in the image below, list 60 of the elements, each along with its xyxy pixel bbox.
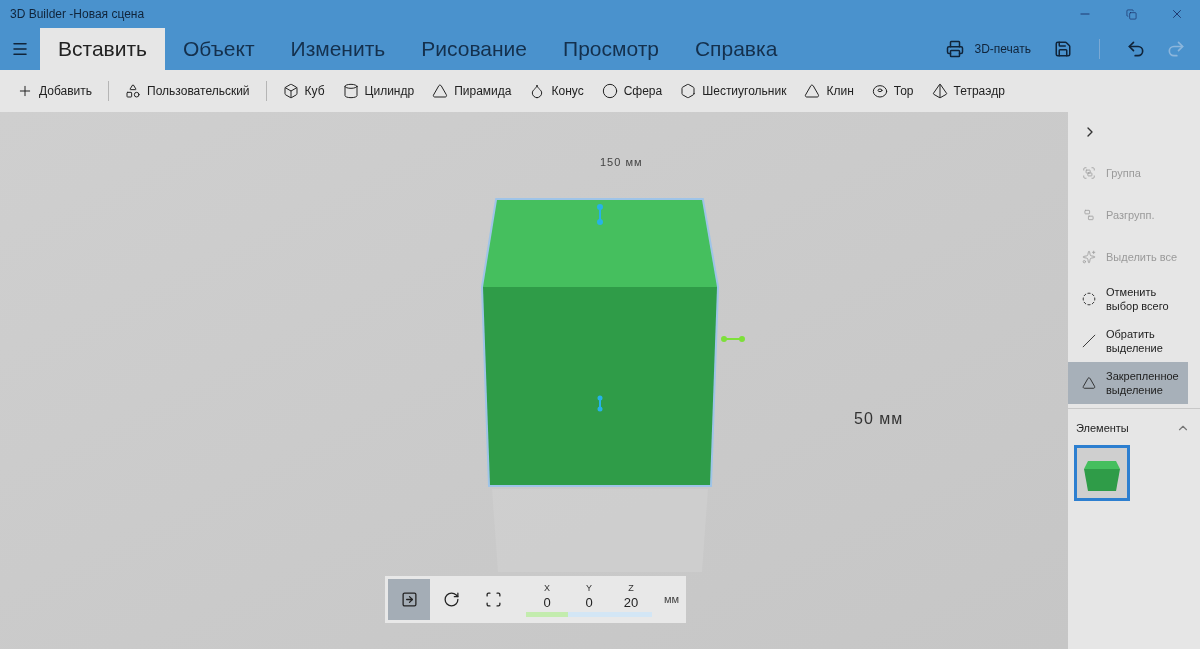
hexagon-icon <box>680 83 697 99</box>
menu-icon <box>11 40 29 58</box>
pyramid-icon <box>931 83 948 99</box>
toolbar-button[interactable]: Конус <box>520 76 593 106</box>
ribbon-tab[interactable]: Вставить <box>40 28 165 70</box>
coordinate-field[interactable]: 20 <box>610 594 652 617</box>
close-icon <box>1170 7 1184 21</box>
coordinate-field[interactable]: 0 <box>568 594 610 617</box>
toolbar-button[interactable]: Добавить <box>8 76 102 106</box>
coordinate-field[interactable]: 0 <box>526 594 568 617</box>
element-thumbnail[interactable] <box>1074 445 1130 501</box>
transform-tool-button[interactable] <box>388 579 430 620</box>
slash-icon <box>1082 334 1096 348</box>
torus-icon <box>871 83 888 99</box>
toolbar-button[interactable]: Сфера <box>592 76 672 106</box>
toolbar-button[interactable]: Пирамида <box>423 76 521 106</box>
group-icon <box>1082 166 1096 180</box>
plus-icon <box>17 83 33 99</box>
toolbar-button[interactable]: Куб <box>273 76 334 106</box>
circle-icon <box>601 83 618 99</box>
restore-icon <box>1125 8 1137 20</box>
toolbar-button[interactable]: Пользовательский <box>116 76 259 106</box>
cube-icon <box>282 83 299 99</box>
toolbar-button[interactable]: Клин <box>795 76 863 106</box>
ribbon-tab[interactable]: Просмотр <box>545 28 677 70</box>
printer-icon <box>946 40 965 58</box>
ribbon-tab[interactable]: Справка <box>676 28 796 70</box>
redo-icon <box>1166 39 1186 59</box>
axis-label: Y <box>586 582 592 594</box>
toolbar-button[interactable]: Тетраэдр <box>922 76 1014 106</box>
panel-action[interactable]: Обратить выделение <box>1068 320 1200 362</box>
axis-label: Z <box>628 582 634 594</box>
toolbar-button[interactable]: Цилиндр <box>333 76 424 106</box>
print-button[interactable]: 3D-печать <box>936 32 1041 66</box>
panel-action[interactable]: Закрепленное выделение <box>1068 362 1188 404</box>
cylinder-icon <box>342 83 359 99</box>
panel-action[interactable]: Отменить выбор всего <box>1068 278 1200 320</box>
scale-icon <box>484 591 502 608</box>
axis-label: X <box>544 582 550 594</box>
dashed-circle-icon <box>1082 292 1096 306</box>
ribbon-tab[interactable]: Изменить <box>272 28 404 70</box>
section-title: Элементы <box>1076 420 1130 436</box>
triangle-icon <box>432 83 449 99</box>
shapes-icon <box>125 83 142 99</box>
dimension-label: 150 мм <box>600 155 643 170</box>
toolbar-button[interactable]: Тор <box>862 76 923 106</box>
window-title: 3D Builder -Новая сцена <box>10 6 146 23</box>
toolbar-button[interactable]: Шестиугольник <box>671 76 796 106</box>
ribbon-tab[interactable]: Рисование <box>403 28 546 70</box>
save-icon <box>1054 40 1072 58</box>
ungroup-icon <box>1082 208 1096 222</box>
move-icon <box>400 591 418 608</box>
triangle-icon <box>1082 376 1096 390</box>
unit-label: мм <box>664 592 680 608</box>
dimension-label: 50 мм <box>854 409 904 429</box>
ribbon-tab[interactable]: Объект <box>165 28 273 70</box>
rotate-icon <box>442 591 460 608</box>
sparkle-icon <box>1082 250 1096 264</box>
undo-icon <box>1126 39 1146 59</box>
triangle-icon <box>804 83 821 99</box>
